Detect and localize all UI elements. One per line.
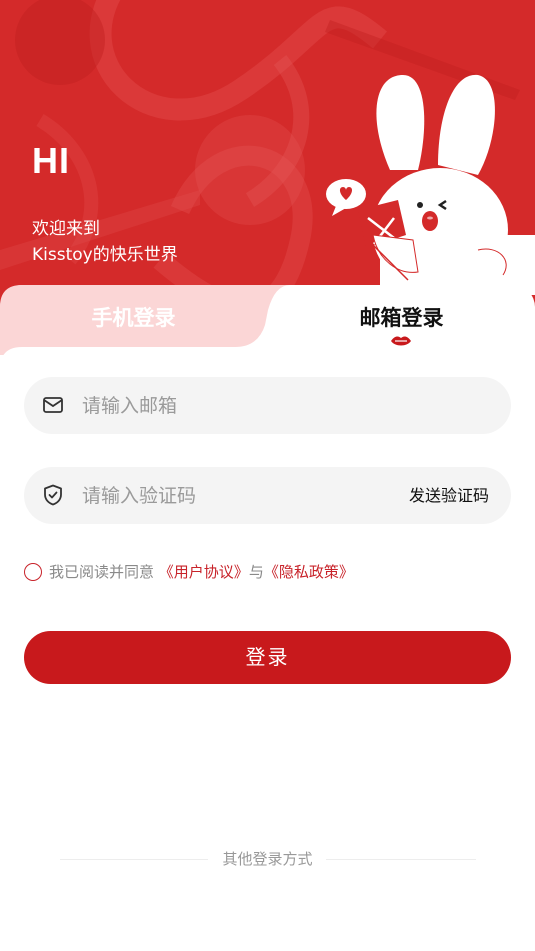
tab-phone-login[interactable]: 手机登录 <box>0 302 267 332</box>
agreement-prefix: 我已阅读并同意 <box>49 563 155 581</box>
welcome-line-2: Kisstoy的快乐世界 <box>32 245 178 265</box>
agreement-checkbox[interactable] <box>24 563 42 581</box>
tab-email-login[interactable]: 邮箱登录 <box>268 302 535 332</box>
verification-code-input[interactable] <box>82 467 382 524</box>
agreement-text: 我已阅读并同意 《用户协议》与《隐私政策》 <box>49 563 354 582</box>
other-login-divider: 其他登录方式 <box>0 848 535 870</box>
send-code-button[interactable]: 发送验证码 <box>409 467 489 524</box>
shield-check-icon <box>44 484 62 506</box>
greeting-title: HI <box>32 140 70 181</box>
agreement-and: 与 <box>248 563 264 581</box>
hero-banner: HI 欢迎来到 Kisstoy的快乐世界 <box>0 0 535 330</box>
lips-icon <box>391 336 411 346</box>
privacy-policy-link[interactable]: 《隐私政策》 <box>264 563 354 581</box>
welcome-text: 欢迎来到 Kisstoy的快乐世界 <box>32 216 178 268</box>
email-field[interactable] <box>24 377 511 434</box>
user-agreement-link[interactable]: 《用户协议》 <box>159 563 249 581</box>
email-input[interactable] <box>82 377 382 434</box>
divider-line-right <box>326 859 476 860</box>
login-button[interactable]: 登录 <box>24 631 511 684</box>
verification-code-field[interactable]: 发送验证码 <box>24 467 511 524</box>
rabbit-mascot-icon <box>326 74 535 295</box>
welcome-line-1: 欢迎来到 <box>32 219 100 239</box>
mail-icon <box>43 397 63 413</box>
